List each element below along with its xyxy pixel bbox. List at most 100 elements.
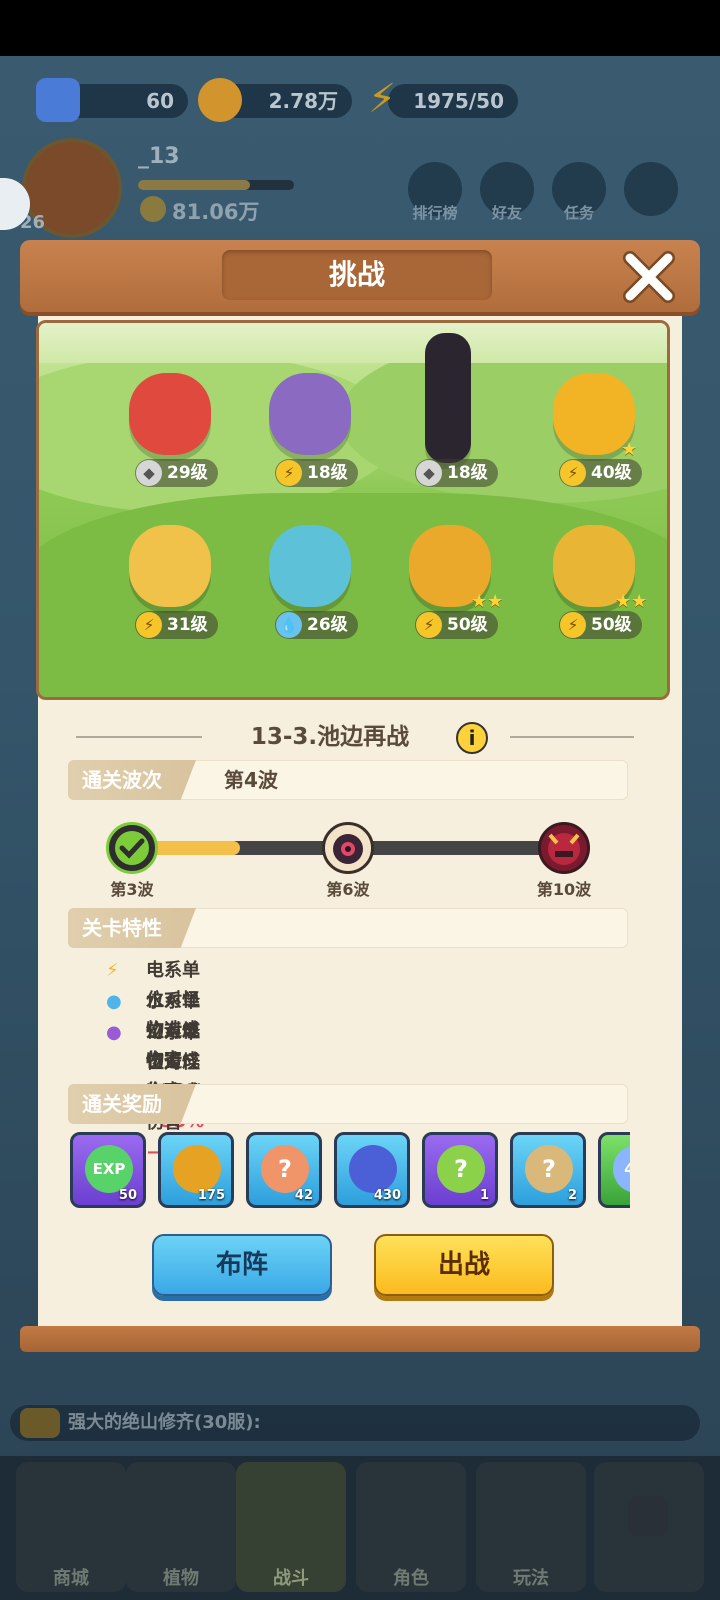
unit-level-badge: ⚡ 50级 bbox=[415, 611, 498, 639]
trait-item: 幻系单位对怪物造成伤害−35% bbox=[146, 1018, 204, 1163]
leaderboard-label: 排行榜 bbox=[412, 204, 458, 222]
info-button[interactable]: i bbox=[456, 722, 488, 754]
unit-sprite bbox=[425, 333, 471, 463]
gold-icon bbox=[198, 78, 242, 122]
unit-sprite bbox=[129, 373, 211, 455]
nav-label-modes: 玩法 bbox=[513, 1568, 549, 1589]
reward-item[interactable]: EXP 50 bbox=[70, 1132, 146, 1208]
rewards-label: 通关奖励 bbox=[68, 1084, 196, 1124]
divider-left bbox=[76, 736, 202, 738]
tier-item-icon: 4阶 bbox=[613, 1145, 630, 1193]
reward-count: 50 bbox=[118, 1188, 137, 1203]
info-icon: i bbox=[468, 726, 476, 750]
wave-node-done bbox=[106, 822, 158, 874]
gamepad-icon[interactable] bbox=[624, 162, 678, 216]
reward-count: 175 bbox=[197, 1188, 225, 1203]
wave-node-label: 第3波 bbox=[110, 880, 154, 899]
energy-counter[interactable]: 1975/50 bbox=[388, 84, 518, 118]
enemy-unit[interactable]: 💧 26级 bbox=[239, 515, 379, 639]
wave-node-elite bbox=[322, 822, 374, 874]
lightning-icon: ⚡ bbox=[136, 612, 162, 638]
enemy-unit[interactable]: ◆ 18级 bbox=[379, 333, 519, 487]
reward-item[interactable]: 430 bbox=[334, 1132, 410, 1208]
water-drop-icon: ● bbox=[106, 991, 122, 1012]
unit-level-badge: ⚡ 50级 bbox=[559, 611, 642, 639]
water-drop-icon: 💧 bbox=[276, 612, 302, 638]
close-button[interactable] bbox=[620, 250, 678, 304]
player-power: 81.06万 bbox=[172, 200, 260, 224]
gem-icon bbox=[36, 78, 80, 122]
exp-bar bbox=[138, 180, 294, 190]
nav-label-plants: 植物 bbox=[163, 1568, 199, 1589]
wave-node-label: 第10波 bbox=[536, 880, 592, 899]
star-rating: ★★ bbox=[471, 591, 504, 612]
enemy-unit[interactable]: ★★ ⚡ 50级 bbox=[379, 515, 519, 639]
blue-fire-orb-icon bbox=[349, 1145, 397, 1193]
power-icon bbox=[140, 196, 166, 222]
unit-level-badge: 💧 26级 bbox=[275, 611, 358, 639]
reward-item[interactable]: 175 bbox=[158, 1132, 234, 1208]
check-icon bbox=[115, 831, 149, 865]
metal-icon: ◆ bbox=[416, 460, 442, 486]
lock-icon bbox=[628, 1496, 668, 1536]
player-name: _13 bbox=[138, 144, 180, 169]
chat-icon bbox=[20, 1408, 60, 1438]
gold-coin-icon bbox=[173, 1145, 221, 1193]
reward-item[interactable]: 4阶 bbox=[598, 1132, 630, 1208]
unit-level-badge: ⚡ 40级 bbox=[559, 459, 642, 487]
unit-level: 50级 bbox=[591, 615, 632, 635]
tasks-label: 任务 bbox=[563, 204, 594, 222]
wave-value: 第4波 bbox=[224, 768, 278, 792]
unit-sprite bbox=[269, 525, 351, 607]
star-rating: ★ bbox=[621, 439, 638, 460]
fight-button[interactable]: 出战 bbox=[374, 1234, 554, 1296]
stage-title: 13-3.池边再战 bbox=[250, 724, 410, 750]
unit-level: 18级 bbox=[307, 463, 348, 483]
unit-level: 29级 bbox=[167, 463, 208, 483]
chat-text: 强大的绝山修齐(30服): bbox=[68, 1412, 261, 1433]
star-rating: ★★ bbox=[615, 591, 648, 612]
reward-item[interactable]: ? 42 bbox=[246, 1132, 322, 1208]
enemy-unit[interactable]: ⚡ 18级 bbox=[239, 363, 379, 487]
dialog-title: 挑战 bbox=[328, 258, 385, 291]
mystery-seed-icon: ? bbox=[261, 1145, 309, 1193]
nav-label-shop: 商城 bbox=[53, 1568, 89, 1589]
gold-count: 2.78万 bbox=[268, 89, 338, 113]
unit-level: 18级 bbox=[447, 463, 488, 483]
unit-level-badge: ◆ 18级 bbox=[415, 459, 498, 487]
unit-level-badge: ◆ 29级 bbox=[135, 459, 218, 487]
enemy-unit[interactable]: ★ ⚡ 40级 bbox=[523, 363, 663, 487]
metal-icon: ◆ bbox=[136, 460, 162, 486]
unit-level: 40级 bbox=[591, 463, 632, 483]
traits-label: 关卡特性 bbox=[68, 908, 196, 948]
enemy-unit[interactable]: ⚡ 31级 bbox=[99, 515, 239, 639]
lightning-icon: ⚡ bbox=[560, 460, 586, 486]
unit-level: 50级 bbox=[447, 615, 488, 635]
reward-item[interactable]: ? 2 bbox=[510, 1132, 586, 1208]
trait-item: 电系单位对怪物造成伤害+50% bbox=[146, 956, 204, 1101]
enemy-unit[interactable]: ★★ ⚡ 50级 bbox=[523, 515, 663, 639]
wave-label: 通关波次 bbox=[68, 760, 196, 800]
exp-icon: EXP bbox=[85, 1145, 133, 1193]
reward-count: 1 bbox=[479, 1188, 489, 1203]
reward-count: 42 bbox=[294, 1188, 313, 1203]
status-bar bbox=[0, 0, 720, 56]
mystery-potion-icon: ? bbox=[437, 1145, 485, 1193]
unit-level: 26级 bbox=[307, 615, 348, 635]
potion-icon: ● bbox=[106, 1022, 122, 1043]
lightning-icon: ⚡ bbox=[416, 612, 442, 638]
reward-item[interactable]: ? 1 bbox=[422, 1132, 498, 1208]
lightning-icon: ⚡ bbox=[560, 612, 586, 638]
nav-label-battle: 战斗 bbox=[273, 1568, 309, 1589]
unit-sprite bbox=[269, 373, 351, 455]
battle-scene: ◆ 29级 ⚡ 18级 ◆ 18级 ★ ⚡ 40级 ⚡ 31级 💧 26级 ★★ ⚡ 50级 ★★ ⚡ 50级 bbox=[36, 320, 670, 700]
energy-icon: ⚡ bbox=[368, 76, 397, 122]
reward-count: 430 bbox=[373, 1188, 401, 1203]
wave-node-label: 第6波 bbox=[326, 880, 370, 899]
unit-level: 31级 bbox=[167, 615, 208, 635]
deploy-button[interactable]: 布阵 bbox=[152, 1234, 332, 1296]
elite-eye-icon bbox=[333, 834, 363, 864]
units-layer: ◆ 29级 ⚡ 18级 ◆ 18级 ★ ⚡ 40级 ⚡ 31级 💧 26级 ★★ ⚡ 50级 ★★ ⚡ 50级 bbox=[39, 323, 667, 697]
enemy-unit[interactable]: ◆ 29级 bbox=[99, 363, 239, 487]
divider-right bbox=[510, 736, 634, 738]
